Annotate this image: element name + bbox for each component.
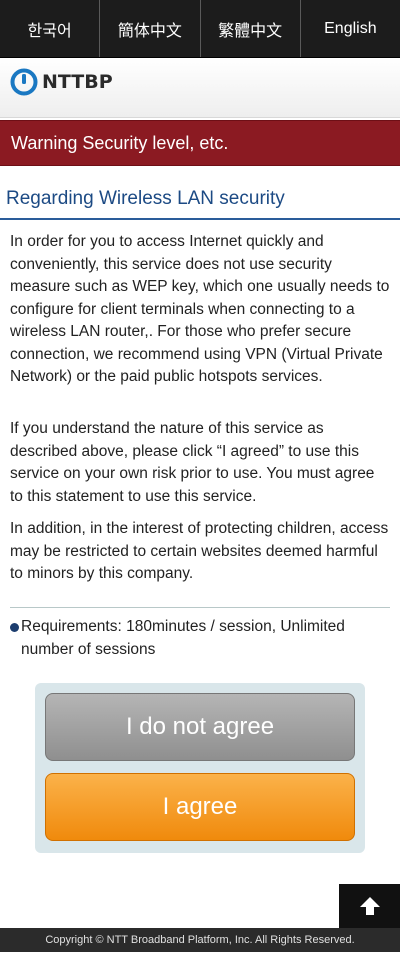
lang-simplified-chinese-link[interactable]: 簡体中文	[100, 0, 201, 57]
agree-button[interactable]: I agree	[45, 773, 355, 841]
back-to-top-button[interactable]	[339, 884, 400, 928]
divider	[10, 607, 390, 608]
logo-text: NTTBP	[42, 71, 113, 93]
warning-title: Warning Security level, etc.	[0, 120, 400, 166]
footer-copyright: Copyright © NTT Broadband Platform, Inc.…	[0, 928, 400, 952]
disagree-button[interactable]: I do not agree	[45, 693, 355, 761]
requirements-item: Requirements: 180minutes / session, Unli…	[10, 616, 390, 661]
lang-traditional-chinese-link[interactable]: 繁體中文	[201, 0, 301, 57]
logo: NTTBP	[10, 68, 113, 96]
language-bar: 한국어 簡体中文 繁體中文 English	[0, 0, 400, 58]
lang-korean-link[interactable]: 한국어	[0, 0, 101, 57]
paragraph-agreement: If you understand the nature of this ser…	[10, 420, 375, 505]
bullet-icon	[10, 623, 19, 632]
requirements-text: Requirements: 180minutes / session, Unli…	[21, 618, 345, 658]
nttbp-logo-icon	[10, 68, 38, 96]
button-panel: I do not agree I agree	[35, 683, 365, 853]
paragraph-restriction: In addition, in the interest of protecti…	[10, 520, 389, 582]
lang-english-link[interactable]: English	[301, 0, 400, 57]
arrow-up-icon	[359, 897, 380, 915]
section-title: Regarding Wireless LAN security	[0, 184, 400, 220]
header: NTTBP	[0, 58, 400, 118]
paragraph-security-notice: In order for you to access Internet quic…	[10, 233, 390, 385]
